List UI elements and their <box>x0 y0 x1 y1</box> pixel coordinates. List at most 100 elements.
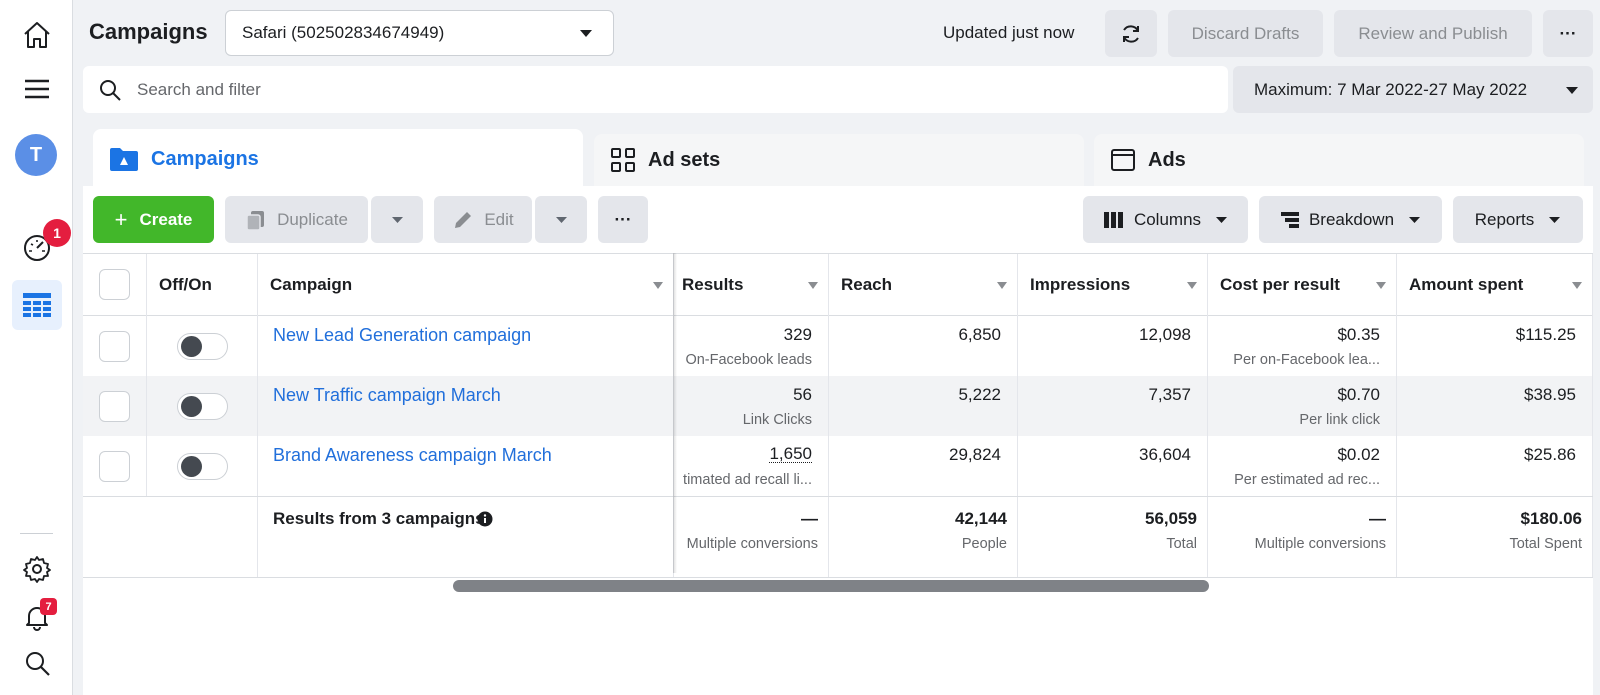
duplicate-icon <box>246 210 265 231</box>
totals-results-sub: Multiple conversions <box>686 536 818 552</box>
info-icon[interactable] <box>477 511 493 527</box>
date-range-picker[interactable]: Maximum: 7 Mar 2022-27 May 2022 <box>1233 66 1593 113</box>
avatar-initial: T <box>29 143 43 166</box>
notifications-badge: 7 <box>40 598 57 615</box>
campaign-name-link[interactable]: Brand Awareness campaign March <box>273 445 552 466</box>
header-reach-label: Reach <box>841 275 893 294</box>
select-all-checkbox[interactable] <box>99 269 130 300</box>
header-cost-per-result-label: Cost per result <box>1220 275 1340 294</box>
header-impressions-label: Impressions <box>1030 275 1131 294</box>
row-toggle-cell <box>147 376 258 436</box>
edit-label: Edit <box>484 209 514 229</box>
totals-results: — <box>801 509 818 528</box>
row-reach-cell: 5,222 <box>829 376 1018 436</box>
folder-icon <box>109 146 139 172</box>
duplicate-dropdown-button[interactable] <box>371 196 423 243</box>
account-selector[interactable]: Safari (502502834674949) <box>225 10 614 56</box>
campaign-toggle[interactable] <box>177 393 228 420</box>
sort-caret-icon <box>1572 282 1582 289</box>
rail-divider <box>20 533 53 534</box>
campaign-name-link[interactable]: New Traffic campaign March <box>273 385 501 406</box>
impressions-value: 12,098 <box>1139 325 1191 344</box>
cost-per-result-type: Per estimated ad rec... <box>1234 472 1380 488</box>
header-campaign-label: Campaign <box>270 275 353 294</box>
totals-cpr: — <box>1369 509 1386 528</box>
tab-campaigns[interactable]: Campaigns <box>93 129 583 189</box>
caret-down-icon <box>1409 216 1421 223</box>
home-button[interactable] <box>12 10 62 60</box>
frozen-column-shadow <box>673 253 677 573</box>
breakdown-icon <box>1280 211 1299 228</box>
row-checkbox[interactable] <box>99 331 130 362</box>
row-spent-cell: $25.86 <box>1397 436 1593 496</box>
columns-icon <box>1103 211 1123 228</box>
reports-label: Reports <box>1474 209 1535 229</box>
create-label: Create <box>139 209 193 229</box>
results-value[interactable]: 1,650 <box>769 445 812 463</box>
totals-spent-cell: $180.06 Total Spent <box>1397 497 1593 577</box>
edit-button[interactable]: Edit <box>434 196 532 243</box>
header-more-button[interactable]: ··· <box>1543 10 1593 57</box>
gear-icon <box>23 556 51 583</box>
columns-label: Columns <box>1133 209 1202 229</box>
review-publish-button[interactable]: Review and Publish <box>1334 10 1532 57</box>
row-toggle-cell <box>147 436 258 496</box>
amount-spent-value: $38.95 <box>1524 385 1576 404</box>
menu-button[interactable] <box>12 64 62 114</box>
plus-icon: + <box>114 206 128 232</box>
header-amount-spent[interactable]: Amount spent <box>1397 254 1593 316</box>
totals-impressions-cell: 56,059 Total <box>1018 497 1208 577</box>
header-results[interactable]: Results <box>674 254 829 316</box>
edit-dropdown-button[interactable] <box>535 196 587 243</box>
toolbar-more-button[interactable]: ··· <box>598 196 648 243</box>
header-impressions[interactable]: Impressions <box>1018 254 1208 316</box>
header-campaign[interactable]: Campaign <box>258 254 674 316</box>
row-checkbox[interactable] <box>99 451 130 482</box>
row-cpr-cell: $0.70 Per link click <box>1208 376 1397 436</box>
horizontal-scrollbar[interactable] <box>453 580 1209 592</box>
row-campaign-cell: New Lead Generation campaign <box>258 316 674 376</box>
breakdown-button[interactable]: Breakdown <box>1259 196 1442 243</box>
settings-button[interactable] <box>12 544 62 594</box>
campaign-toggle[interactable] <box>177 333 228 360</box>
totals-cpr-sub: Multiple conversions <box>1254 536 1386 552</box>
duplicate-label: Duplicate <box>277 209 348 229</box>
caret-down-icon <box>1216 216 1228 223</box>
table-row: New Traffic campaign March 56 Link Click… <box>83 376 1593 436</box>
create-button[interactable]: + Create <box>93 196 214 243</box>
amount-spent-value: $25.86 <box>1524 445 1576 464</box>
row-impressions-cell: 36,604 <box>1018 436 1208 496</box>
row-reach-cell: 29,824 <box>829 436 1018 496</box>
search-icon <box>100 79 121 101</box>
row-checkbox[interactable] <box>99 391 130 422</box>
results-type: Link Clicks <box>742 412 812 428</box>
sort-caret-icon <box>653 282 663 289</box>
refresh-button[interactable] <box>1105 10 1157 57</box>
columns-button[interactable]: Columns <box>1083 196 1248 243</box>
search-input[interactable] <box>137 79 1037 100</box>
row-campaign-cell: Brand Awareness campaign March <box>258 436 674 496</box>
campaigns-table-button[interactable] <box>12 280 62 330</box>
discard-drafts-button[interactable]: Discard Drafts <box>1168 10 1323 57</box>
header-cost-per-result[interactable]: Cost per result <box>1208 254 1397 316</box>
totals-impressions: 56,059 <box>1145 509 1197 528</box>
header-reach[interactable]: Reach <box>829 254 1018 316</box>
duplicate-button[interactable]: Duplicate <box>225 196 368 243</box>
avatar[interactable]: T <box>15 134 57 176</box>
header-select-all <box>83 254 147 316</box>
tab-ad-sets[interactable]: Ad sets <box>594 134 1084 186</box>
campaign-toggle[interactable] <box>177 453 228 480</box>
table-row: New Lead Generation campaign 329 On-Face… <box>83 316 1593 376</box>
campaign-name-link[interactable]: New Lead Generation campaign <box>273 325 531 346</box>
reports-button[interactable]: Reports <box>1453 196 1583 243</box>
tab-ads-label: Ads <box>1148 148 1186 171</box>
tab-ads[interactable]: Ads <box>1094 134 1584 186</box>
page-title: Campaigns <box>89 19 208 44</box>
search-rail-button[interactable] <box>12 638 62 688</box>
row-toggle-cell <box>147 316 258 376</box>
search-bar <box>83 66 1228 113</box>
pencil-icon <box>455 211 472 228</box>
impressions-value: 36,604 <box>1139 445 1191 464</box>
row-reach-cell: 6,850 <box>829 316 1018 376</box>
totals-spent-sub: Total Spent <box>1509 536 1582 552</box>
